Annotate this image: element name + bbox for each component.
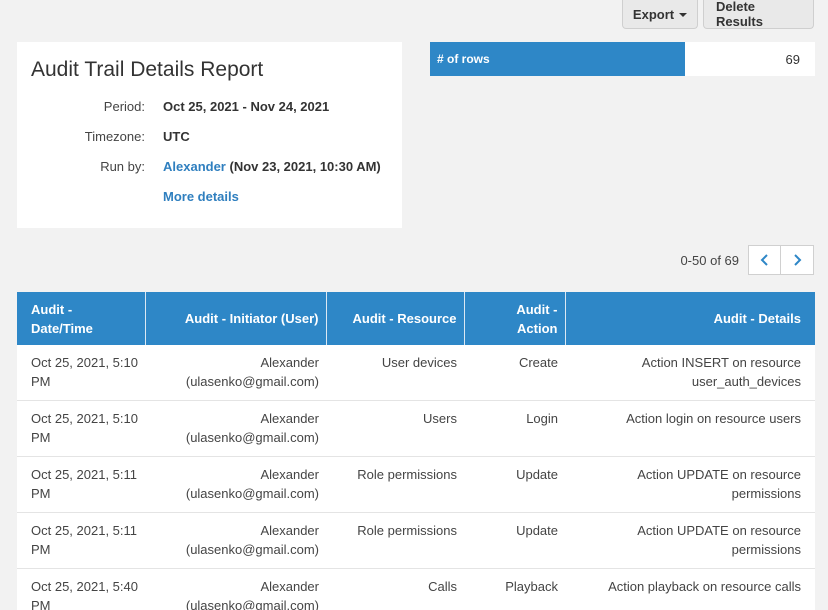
- cell-action: Create: [518, 355, 558, 370]
- cell-action: Update: [516, 467, 558, 482]
- run-by-row: Run by: Alexander (Nov 23, 2021, 10:30 A…: [17, 159, 402, 177]
- run-by-label: Run by:: [100, 159, 145, 174]
- cell-resource: User devices: [381, 355, 457, 370]
- table-row[interactable]: Oct 25, 2021, 5:10 PM Alexander (ulasenk…: [17, 400, 815, 457]
- pagination-range: 0-50 of 69: [680, 252, 739, 268]
- cell-resource: Role permissions: [357, 523, 457, 538]
- page-title: Audit Trail Details Report: [31, 58, 264, 81]
- row-count-summary: # of rows 69: [430, 42, 815, 76]
- row-count-value: 69: [785, 52, 800, 67]
- cell-action: Login: [526, 411, 558, 426]
- row-count-label: # of rows: [430, 42, 685, 76]
- timezone-label: Timezone:: [84, 129, 145, 144]
- column-header-datetime[interactable]: Audit - Date/Time: [17, 292, 146, 345]
- cell-datetime: Oct 25, 2021, 5:10 PM: [31, 355, 138, 389]
- column-header-resource[interactable]: Audit - Resource: [326, 292, 465, 345]
- cell-resource: Calls: [428, 579, 457, 594]
- cell-details: Action UPDATE on resource permissions: [637, 523, 801, 557]
- cell-details: Action UPDATE on resource permissions: [637, 467, 801, 501]
- run-by-time: (Nov 23, 2021, 10:30 AM): [229, 159, 381, 174]
- cell-action: Playback: [505, 579, 558, 594]
- timezone-row: Timezone: UTC: [17, 129, 402, 147]
- run-by-value: Alexander (Nov 23, 2021, 10:30 AM): [163, 159, 381, 174]
- cell-datetime: Oct 25, 2021, 5:10 PM: [31, 411, 138, 445]
- cell-resource: Role permissions: [357, 467, 457, 482]
- cell-datetime: Oct 25, 2021, 5:11 PM: [31, 467, 137, 501]
- cell-user: Alexander (ulasenko@gmail.com): [185, 467, 319, 501]
- report-info-card: Audit Trail Details Report Period: Oct 2…: [17, 42, 402, 228]
- pagination: 0-50 of 69: [680, 245, 814, 275]
- chevron-left-icon: [760, 254, 768, 266]
- prev-page-button[interactable]: [748, 245, 781, 275]
- chevron-right-icon: [794, 254, 802, 266]
- table-row[interactable]: Oct 25, 2021, 5:10 PM Alexander (ulasenk…: [17, 345, 815, 401]
- cell-user: Alexander (ulasenko@gmail.com): [185, 411, 319, 445]
- period-row: Period: Oct 25, 2021 - Nov 24, 2021: [17, 99, 402, 117]
- cell-datetime: Oct 25, 2021, 5:40 PM: [31, 579, 138, 610]
- export-label: Export: [632, 6, 675, 22]
- period-value: Oct 25, 2021 - Nov 24, 2021: [163, 99, 330, 114]
- audit-table: Audit - Date/Time Audit - Initiator (Use…: [17, 292, 815, 610]
- table-row[interactable]: Oct 25, 2021, 5:11 PM Alexander (ulasenk…: [17, 456, 815, 513]
- column-header-details[interactable]: Audit - Details: [565, 292, 815, 345]
- cell-user: Alexander (ulasenko@gmail.com): [185, 523, 319, 557]
- delete-results-label: Delete Results: [716, 0, 763, 29]
- cell-datetime: Oct 25, 2021, 5:11 PM: [31, 523, 137, 557]
- table-row[interactable]: Oct 25, 2021, 5:11 PM Alexander (ulasenk…: [17, 512, 815, 569]
- cell-resource: Users: [423, 411, 457, 426]
- table-row[interactable]: Oct 25, 2021, 5:40 PM Alexander (ulasenk…: [17, 568, 815, 610]
- export-button[interactable]: Export: [622, 0, 698, 29]
- run-by-user-link[interactable]: Alexander: [163, 159, 226, 174]
- period-label: Period:: [103, 99, 145, 114]
- cell-user: Alexander (ulasenko@gmail.com): [185, 355, 319, 389]
- table-header-row: Audit - Date/Time Audit - Initiator (Use…: [17, 292, 815, 345]
- next-page-button[interactable]: [781, 245, 814, 275]
- cell-action: Update: [516, 523, 558, 538]
- caret-down-icon: [679, 13, 688, 17]
- cell-details: Action INSERT on resource user_auth_devi…: [641, 355, 801, 389]
- column-header-action[interactable]: Audit - Action: [464, 292, 566, 345]
- cell-details: Action playback on resource calls: [608, 579, 801, 594]
- delete-results-button[interactable]: Delete Results: [703, 0, 814, 29]
- more-details-link[interactable]: More details: [163, 189, 239, 204]
- timezone-value: UTC: [163, 129, 190, 144]
- toolbar: Export Delete Results: [622, 0, 814, 29]
- cell-user: Alexander (ulasenko@gmail.com): [185, 579, 319, 610]
- column-header-user[interactable]: Audit - Initiator (User): [145, 292, 327, 345]
- cell-details: Action login on resource users: [626, 411, 801, 426]
